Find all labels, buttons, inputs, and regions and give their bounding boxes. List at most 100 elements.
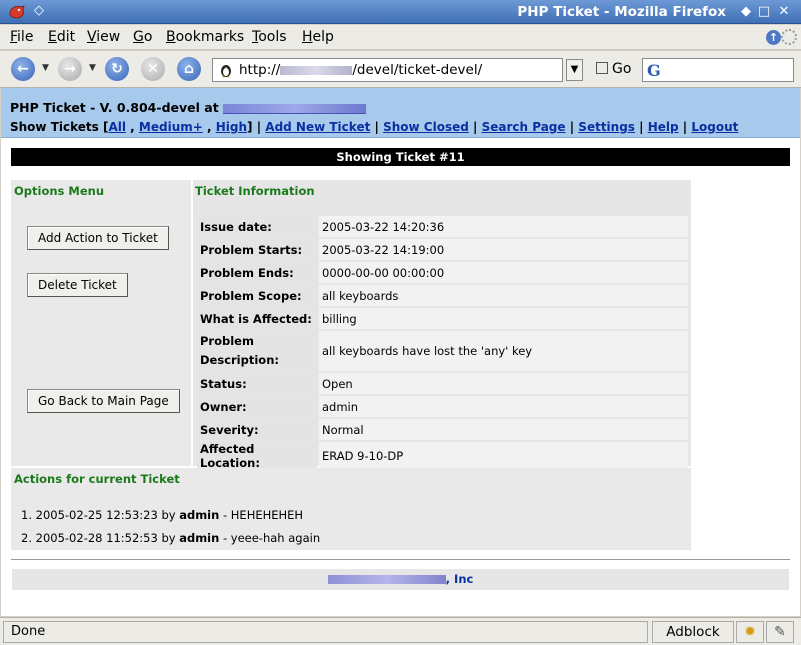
settings-link[interactable]: Settings bbox=[578, 120, 635, 134]
menu-bar: File Edit View Go Bookmarks Tools Help ↑ bbox=[0, 25, 801, 50]
go-button[interactable]: Go bbox=[596, 61, 631, 77]
ticket-info-table: Issue date: 2005-03-22 14:20:36 Problem S… bbox=[195, 214, 690, 472]
field-value: 2005-03-22 14:19:00 bbox=[319, 239, 688, 260]
field-value: Normal bbox=[319, 419, 688, 440]
page-content: PHP Ticket - V. 0.804-devel at Show Tick… bbox=[1, 88, 800, 616]
url-history-dropdown[interactable]: ▼ bbox=[566, 59, 583, 81]
throbber-icon bbox=[781, 29, 797, 45]
logout-link[interactable]: Logout bbox=[691, 120, 738, 134]
show-all-link[interactable]: All bbox=[108, 120, 126, 134]
table-row: Severity: Normal bbox=[197, 419, 688, 440]
field-label: Problem Scope: bbox=[197, 285, 317, 306]
list-item: 1. 2005-02-25 12:53:23 by admin - HEHEHE… bbox=[21, 508, 304, 522]
table-row: Owner: admin bbox=[197, 396, 688, 417]
actions-panel: Actions for current Ticket 1. 2005-02-25… bbox=[11, 468, 691, 550]
site-icon bbox=[221, 65, 231, 78]
options-menu-title: Options Menu bbox=[14, 184, 105, 198]
forward-arrow-icon: → bbox=[64, 61, 76, 77]
list-item: 2. 2005-02-28 11:52:53 by admin - yeee-h… bbox=[21, 531, 321, 545]
field-value: billing bbox=[319, 308, 688, 329]
reload-button[interactable]: ↻ bbox=[105, 57, 129, 81]
redacted-company bbox=[327, 575, 446, 584]
menu-tools[interactable]: Tools bbox=[252, 29, 287, 45]
stop-button[interactable]: ✕ bbox=[141, 57, 165, 81]
table-row: What is Affected: billing bbox=[197, 308, 688, 329]
search-box[interactable]: G bbox=[642, 58, 794, 82]
add-action-button[interactable]: Add Action to Ticket bbox=[27, 226, 169, 250]
field-value: ERAD 9-10-DP bbox=[319, 442, 688, 470]
field-label: Status: bbox=[197, 373, 317, 394]
url-text[interactable]: http:///devel/ticket-devel/ bbox=[239, 62, 482, 78]
divider bbox=[11, 559, 790, 561]
page-footer: , Inc bbox=[12, 569, 789, 590]
back-history-dropdown-icon[interactable]: ▼ bbox=[42, 63, 49, 73]
help-link[interactable]: Help bbox=[648, 120, 679, 134]
menu-file[interactable]: File bbox=[10, 29, 33, 45]
url-bar[interactable]: http:///devel/ticket-devel/ bbox=[212, 58, 563, 82]
field-value: all keyboards bbox=[319, 285, 688, 306]
field-value: 2005-03-22 14:20:36 bbox=[319, 216, 688, 237]
field-label: Owner: bbox=[197, 396, 317, 417]
field-label: Affected Location: bbox=[197, 442, 317, 470]
show-closed-link[interactable]: Show Closed bbox=[383, 120, 469, 134]
app-menu-icon[interactable] bbox=[8, 4, 26, 20]
field-label: Problem Description: bbox=[197, 331, 317, 371]
table-row: Problem Starts: 2005-03-22 14:19:00 bbox=[197, 239, 688, 260]
title-bar: ◇ PHP Ticket - Mozilla Firefox ◆ □ ✕ bbox=[0, 0, 801, 24]
table-row: Problem Scope: all keyboards bbox=[197, 285, 688, 306]
status-bar: Done Adblock ✹ ✎ bbox=[0, 617, 801, 645]
field-label: What is Affected: bbox=[197, 308, 317, 329]
search-page-link[interactable]: Search Page bbox=[482, 120, 566, 134]
back-arrow-icon: ← bbox=[17, 61, 29, 77]
redacted-host bbox=[280, 65, 353, 75]
menu-bookmarks[interactable]: Bookmarks bbox=[166, 29, 244, 45]
table-row: Affected Location: ERAD 9-10-DP bbox=[197, 442, 688, 470]
field-label: Problem Ends: bbox=[197, 262, 317, 283]
app-heading: PHP Ticket - V. 0.804-devel at bbox=[10, 100, 367, 115]
back-main-page-button[interactable]: Go Back to Main Page bbox=[27, 389, 180, 413]
close-button[interactable]: ✕ bbox=[775, 3, 793, 21]
field-value: all keyboards have lost the 'any' key bbox=[319, 331, 688, 371]
maximize-button[interactable]: □ bbox=[755, 3, 773, 21]
field-label: Issue date: bbox=[197, 216, 317, 237]
update-icon[interactable]: ↑ bbox=[766, 30, 781, 45]
table-row: Problem Ends: 0000-00-00 00:00:00 bbox=[197, 262, 688, 283]
window-menu-icon[interactable]: ◇ bbox=[34, 3, 44, 18]
go-icon bbox=[596, 62, 608, 74]
window-title: PHP Ticket - Mozilla Firefox bbox=[517, 4, 726, 20]
menu-edit[interactable]: Edit bbox=[48, 29, 75, 45]
table-row: Issue date: 2005-03-22 14:20:36 bbox=[197, 216, 688, 237]
show-medium-link[interactable]: Medium+ bbox=[139, 120, 203, 134]
actions-list: 1. 2005-02-25 12:53:23 by admin - HEHEHE… bbox=[21, 508, 320, 554]
showing-ticket-banner: Showing Ticket #11 bbox=[11, 148, 790, 166]
search-engine-icon[interactable]: G bbox=[647, 61, 661, 80]
forward-button[interactable]: → bbox=[58, 57, 82, 81]
company-link[interactable]: , Inc bbox=[327, 572, 473, 586]
add-new-ticket-link[interactable]: Add New Ticket bbox=[265, 120, 370, 134]
status-text: Done bbox=[3, 621, 648, 643]
options-menu-panel: Options Menu Add Action to Ticket Delete… bbox=[11, 180, 191, 466]
home-button[interactable]: ⌂ bbox=[177, 57, 201, 81]
table-row: Status: Open bbox=[197, 373, 688, 394]
adblock-button[interactable]: Adblock bbox=[652, 621, 734, 643]
menu-help[interactable]: Help bbox=[302, 29, 334, 45]
field-value: Open bbox=[319, 373, 688, 394]
field-value: 0000-00-00 00:00:00 bbox=[319, 262, 688, 283]
field-label: Problem Starts: bbox=[197, 239, 317, 260]
site-link[interactable] bbox=[223, 103, 367, 114]
field-label: Severity: bbox=[197, 419, 317, 440]
ticket-info-panel: Ticket Information Issue date: 2005-03-22… bbox=[193, 180, 691, 470]
menu-go[interactable]: Go bbox=[133, 29, 152, 45]
reload-icon: ↻ bbox=[111, 61, 123, 77]
actions-title: Actions for current Ticket bbox=[14, 472, 180, 486]
show-high-link[interactable]: High bbox=[216, 120, 247, 134]
edit-icon[interactable]: ✎ bbox=[766, 621, 794, 643]
back-button[interactable]: ← bbox=[11, 57, 35, 81]
navigation-toolbar: ← ▼ → ▼ ↻ ✕ ⌂ http:///devel/ticket-devel… bbox=[0, 51, 801, 88]
forward-history-dropdown-icon[interactable]: ▼ bbox=[89, 63, 96, 73]
sun-icon[interactable]: ✹ bbox=[736, 621, 764, 643]
menu-view[interactable]: View bbox=[87, 29, 120, 45]
delete-ticket-button[interactable]: Delete Ticket bbox=[27, 273, 128, 297]
field-value: admin bbox=[319, 396, 688, 417]
shade-button[interactable]: ◆ bbox=[737, 3, 755, 21]
